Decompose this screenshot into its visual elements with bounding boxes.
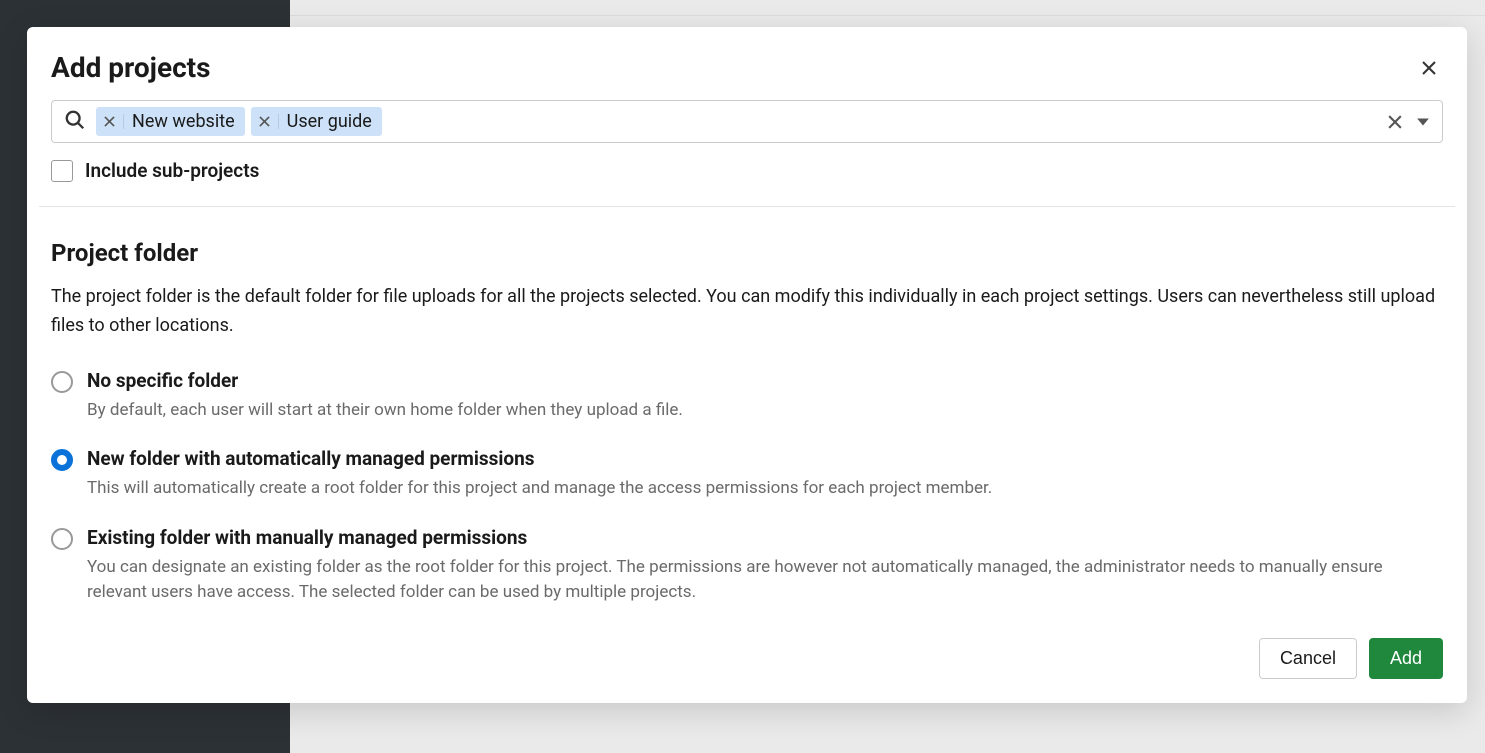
section-description: The project folder is the default folder… — [51, 283, 1443, 341]
radio-input[interactable] — [51, 449, 73, 471]
close-icon — [259, 116, 270, 127]
include-subprojects-row: Include sub-projects — [27, 143, 1467, 206]
search-icon — [64, 109, 86, 135]
radio-label: Existing folder with manually managed pe… — [87, 526, 1443, 549]
top-bar-background — [290, 0, 1485, 16]
radio-input[interactable] — [51, 371, 73, 393]
radio-option-existing-folder[interactable]: Existing folder with manually managed pe… — [51, 526, 1443, 606]
add-projects-modal: Add projects New website — [27, 27, 1467, 703]
project-search-input[interactable]: New website User guide — [51, 100, 1443, 143]
modal-footer: Cancel Add — [27, 606, 1467, 703]
close-icon — [104, 116, 115, 127]
chip-label: User guide — [287, 111, 372, 132]
modal-title: Add projects — [51, 51, 211, 84]
radio-option-no-folder[interactable]: No specific folder By default, each user… — [51, 369, 1443, 424]
radio-label: New folder with automatically managed pe… — [87, 447, 1443, 470]
radio-description: This will automatically create a root fo… — [87, 476, 1443, 502]
search-chip: New website — [96, 107, 245, 136]
search-chip: User guide — [251, 107, 382, 136]
chip-remove-button[interactable] — [102, 114, 124, 129]
radio-content: No specific folder By default, each user… — [87, 369, 1443, 424]
section-title: Project folder — [51, 239, 1443, 267]
chip-remove-button[interactable] — [257, 114, 279, 129]
cancel-button[interactable]: Cancel — [1259, 638, 1357, 679]
include-subprojects-checkbox[interactable] — [51, 160, 73, 182]
include-subprojects-label: Include sub-projects — [85, 159, 259, 182]
folder-radio-group: No specific folder By default, each user… — [51, 369, 1443, 606]
radio-content: New folder with automatically managed pe… — [87, 447, 1443, 502]
radio-description: You can designate an existing folder as … — [87, 555, 1443, 606]
radio-label: No specific folder — [87, 369, 1443, 392]
radio-input[interactable] — [51, 528, 73, 550]
clear-search-button[interactable] — [1384, 111, 1406, 133]
close-icon — [1419, 58, 1439, 78]
chevron-down-icon — [1416, 115, 1430, 129]
modal-header: Add projects — [27, 27, 1467, 84]
close-button[interactable] — [1415, 54, 1443, 82]
search-container: New website User guide — [27, 84, 1467, 143]
radio-option-new-folder[interactable]: New folder with automatically managed pe… — [51, 447, 1443, 502]
radio-content: Existing folder with manually managed pe… — [87, 526, 1443, 606]
dropdown-toggle-button[interactable] — [1412, 111, 1434, 133]
close-icon — [1388, 115, 1402, 129]
add-button[interactable]: Add — [1369, 638, 1443, 679]
chip-label: New website — [132, 111, 235, 132]
radio-description: By default, each user will start at thei… — [87, 398, 1443, 424]
project-folder-section: Project folder The project folder is the… — [27, 207, 1467, 606]
